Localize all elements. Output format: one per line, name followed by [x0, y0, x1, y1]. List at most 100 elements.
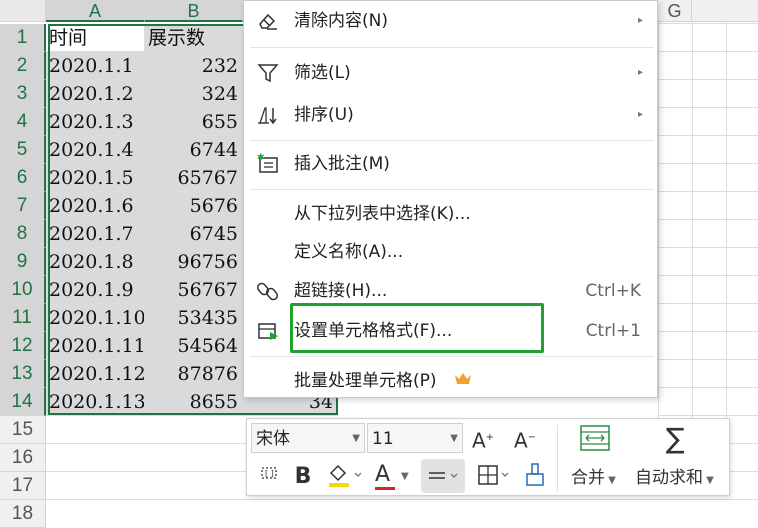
format-cells-icon [256, 319, 280, 343]
row-header-2[interactable]: 2 [0, 52, 46, 80]
row-header-13[interactable]: 13 [0, 360, 46, 388]
sort-icon [256, 103, 280, 127]
row-header-12[interactable]: 12 [0, 332, 46, 360]
cell-b3[interactable]: 324 [145, 80, 243, 108]
cell-a11[interactable]: 2020.1.10 [46, 304, 145, 332]
highlight-box [290, 303, 544, 353]
row-header-15[interactable]: 15 [0, 416, 46, 444]
row-header-9[interactable]: 9 [0, 248, 46, 276]
cell-b4[interactable]: 655 [145, 108, 243, 136]
column-header-next[interactable] [692, 0, 758, 22]
cell-b5[interactable]: 6744 [145, 136, 243, 164]
borders-button[interactable] [471, 461, 515, 493]
row-header-16[interactable]: 16 [0, 444, 46, 472]
menu-divider [250, 140, 654, 141]
row-header-6[interactable]: 6 [0, 164, 46, 192]
menu-item-clear-content[interactable]: 清除内容(N) ▸ [244, 3, 657, 39]
row-header-14[interactable]: 14 [0, 388, 46, 416]
svg-text:[ ]: [ ] [265, 469, 274, 478]
font-color-button[interactable]: A ▼ [371, 461, 415, 493]
row-header-1[interactable]: 1 [0, 24, 46, 52]
increase-font-button[interactable]: A+ [467, 422, 499, 454]
font-size-dropdown[interactable]: 11 ▼ [367, 423, 463, 453]
cell-a8[interactable]: 2020.1.7 [46, 220, 145, 248]
cell-b12[interactable]: 54564 [145, 332, 243, 360]
format-brush-button[interactable] [519, 461, 551, 493]
cell-a14[interactable]: 2020.1.13 [46, 388, 145, 416]
cell-a1[interactable]: 时间 [46, 24, 145, 52]
cell-a13[interactable]: 2020.1.12 [46, 360, 145, 388]
menu-divider [250, 47, 654, 48]
menu-item-label: 批量处理单元格(P) [294, 371, 437, 391]
comment-icon: ✱ [256, 152, 280, 176]
mini-toolbar: 宋体 ▼ 11 ▼ A+ A− ∑ [ ] B A ▼ 合并 ▼ 自动求和 ▼ [246, 418, 730, 496]
font-name-dropdown[interactable]: 宋体 ▼ [251, 423, 365, 453]
cell-b6[interactable]: 65767 [145, 164, 243, 192]
cell-a3[interactable]: 2020.1.2 [46, 80, 145, 108]
decrease-font-button[interactable]: A− [509, 422, 541, 454]
svg-text:✱: ✱ [257, 153, 265, 163]
autosum-button[interactable]: 自动求和 ▼ [635, 463, 714, 496]
merge-button[interactable]: 合并 ▼ [571, 463, 616, 496]
row-header-4[interactable]: 4 [0, 108, 46, 136]
cell-a2[interactable]: 2020.1.1 [46, 52, 145, 80]
cell-a4[interactable]: 2020.1.3 [46, 108, 145, 136]
cell-b10[interactable]: 56767 [145, 276, 243, 304]
row-header-10[interactable]: 10 [0, 276, 46, 304]
fill-color-button[interactable] [323, 461, 367, 493]
align-button[interactable] [421, 459, 465, 493]
menu-item-sort[interactable]: 排序(U) ▸ [244, 97, 657, 133]
align-center-icon [429, 472, 458, 479]
menu-item-batch-process[interactable]: 批量处理单元格(P) [244, 363, 657, 399]
chevron-down-icon: ▼ [352, 433, 360, 444]
menu-divider [250, 189, 654, 190]
column-header-g[interactable]: G [658, 0, 692, 22]
cell-b11[interactable]: 53435 [145, 304, 243, 332]
menu-item-pick-from-list[interactable]: 从下拉列表中选择(K)... [244, 196, 657, 232]
shrink-font-icon: A [513, 428, 528, 453]
menu-item-label: 定义名称(A)... [294, 242, 404, 262]
merge-label: 合并 [571, 468, 605, 488]
toolbar-divider [557, 425, 558, 491]
bold-icon: B [294, 464, 312, 489]
bold-button[interactable]: B [287, 461, 319, 493]
row-header-3[interactable]: 3 [0, 80, 46, 108]
cell-b2[interactable]: 232 [145, 52, 243, 80]
menu-item-insert-comment[interactable]: ✱ 插入批注(M) [244, 146, 657, 182]
cell-a5[interactable]: 2020.1.4 [46, 136, 145, 164]
link-icon [256, 279, 280, 303]
autosum-icon-button[interactable]: ∑ [659, 423, 691, 455]
cell-a12[interactable]: 2020.1.11 [46, 332, 145, 360]
submenu-arrow-icon: ▸ [637, 15, 643, 26]
menu-item-define-name[interactable]: 定义名称(A)... [244, 234, 657, 270]
cell-b13[interactable]: 87876 [145, 360, 243, 388]
grid-background-right [658, 22, 758, 418]
cell-b14[interactable]: 8655 [145, 388, 243, 416]
cell-b7[interactable]: 5676 [145, 192, 243, 220]
select-all-corner[interactable] [0, 0, 46, 22]
autosum-label: 自动求和 [635, 468, 703, 488]
grow-font-icon: A [471, 428, 486, 453]
chevron-down-icon: ▼ [450, 433, 458, 444]
cell-b1[interactable]: 展示数 [145, 24, 243, 52]
format-painter-button[interactable]: [ ] [253, 461, 285, 493]
menu-item-filter[interactable]: 筛选(L) ▸ [244, 55, 657, 91]
chevron-down-icon: ▼ [605, 475, 616, 486]
cell-a10[interactable]: 2020.1.9 [46, 276, 145, 304]
merge-cells-icon [580, 425, 610, 451]
cell-a9[interactable]: 2020.1.8 [46, 248, 145, 276]
row-header-5[interactable]: 5 [0, 136, 46, 164]
cell-b8[interactable]: 6745 [145, 220, 243, 248]
row-header-11[interactable]: 11 [0, 304, 46, 332]
column-header-a[interactable]: A [46, 0, 145, 22]
column-header-b[interactable]: B [145, 0, 243, 22]
cell-b9[interactable]: 96756 [145, 248, 243, 276]
row-header-8[interactable]: 8 [0, 220, 46, 248]
row-header-18[interactable]: 18 [0, 500, 46, 528]
row-header-7[interactable]: 7 [0, 192, 46, 220]
cell-a6[interactable]: 2020.1.5 [46, 164, 145, 192]
merge-icon-button[interactable] [579, 423, 611, 455]
cell-a7[interactable]: 2020.1.6 [46, 192, 145, 220]
row-header-17[interactable]: 17 [0, 472, 46, 500]
menu-item-label: 从下拉列表中选择(K)... [294, 204, 471, 224]
